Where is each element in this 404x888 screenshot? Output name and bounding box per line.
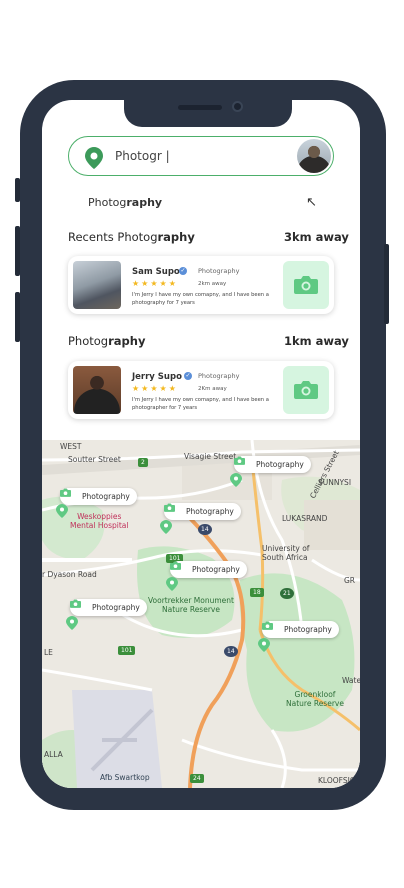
map-pin-photography[interactable]: Photography (234, 456, 311, 473)
map-pin-photography[interactable]: Photography (262, 621, 339, 638)
map-pin-photography[interactable]: Photography (70, 599, 147, 616)
route-shield: 21 (280, 588, 294, 599)
route-shield: 24 (190, 774, 204, 783)
camera-icon (164, 503, 175, 512)
map-label-afb-swartkop: Afb Swartkop (100, 773, 150, 782)
rating-stars: ★★★★★ (132, 384, 178, 393)
map-pin-label: Photography (256, 460, 304, 469)
map-pin-photography[interactable]: Photography (60, 488, 137, 505)
fill-suggestion-arrow-icon[interactable]: ↖ (306, 195, 317, 210)
map-label-groenkloof: Groenkloof Nature Reserve (286, 690, 344, 708)
route-shield: 14 (198, 524, 212, 535)
camera-icon (60, 488, 71, 497)
map-view[interactable]: WEST Soutter Street Visagie Street Celli… (42, 440, 360, 788)
map-label-weskoppies: Weskoppies Mental Hospital (70, 512, 129, 530)
volume-up-button (15, 226, 20, 276)
app-screen: Photogr | Photography ↖ Recents Photogra… (42, 100, 360, 788)
recents-distance: 3km away (284, 230, 349, 244)
suggestion-text: Photog (88, 196, 127, 209)
photographer-name: Sam Supo (132, 267, 180, 277)
photographer-description: I'm Jerry I have my own comapny, and I h… (132, 292, 269, 306)
recents-title-text: Recents Photog (68, 230, 158, 244)
map-pin-photography[interactable]: Photography (164, 503, 241, 520)
map-label-unisa: University of South Africa (262, 544, 310, 562)
volume-down-button (15, 292, 20, 342)
nearby-title: Photography (68, 334, 145, 348)
nearby-distance: 1km away (284, 334, 349, 348)
map-label-wate: Wate (342, 676, 360, 685)
map-label-alla: ALLA (44, 750, 63, 759)
map-label-kloofsig: KLOOFSIG (318, 776, 356, 785)
map-pin-label: Photography (82, 492, 130, 501)
route-shield: 18 (250, 588, 264, 597)
search-suggestion[interactable]: Photography (88, 196, 162, 209)
camera-button[interactable] (283, 261, 329, 309)
photographer-photo (73, 261, 121, 309)
photographer-photo (73, 366, 121, 414)
location-marker-icon[interactable] (230, 473, 242, 487)
photographer-card-sam[interactable]: Sam Supo ✓ Photography ★★★★★ 2km away I'… (68, 256, 334, 314)
location-marker-icon[interactable] (258, 638, 270, 652)
map-pin-label: Photography (192, 565, 240, 574)
photographer-distance: 2km away (198, 281, 227, 287)
photographer-name: Jerry Supo (132, 372, 182, 382)
photographer-distance: 2Km away (198, 386, 227, 392)
route-shield: 101 (118, 646, 136, 655)
photographer-description: I'm Jerry I have my own comapny, and I h… (132, 397, 269, 411)
map-label-west: WEST (60, 442, 82, 451)
map-pin-label: Photography (186, 507, 234, 516)
route-shield: 2 (138, 458, 148, 467)
map-label-le: LE (44, 648, 53, 657)
map-label-gr: GR (344, 576, 356, 585)
nearby-title-text: Photog (68, 334, 109, 348)
photographer-category: Photography (198, 372, 240, 380)
camera-button[interactable] (283, 366, 329, 414)
location-marker-icon[interactable] (66, 616, 78, 630)
map-pin-label: Photography (284, 625, 332, 634)
profile-avatar[interactable] (297, 139, 331, 173)
nearby-title-bold: raphy (108, 334, 146, 348)
camera-icon (234, 456, 245, 465)
verified-badge-icon: ✓ (179, 267, 187, 275)
map-label-visagie-street: Visagie Street (184, 452, 237, 461)
phone-speaker (178, 105, 222, 110)
location-marker-icon[interactable] (160, 520, 172, 534)
location-marker-icon[interactable] (166, 577, 178, 591)
mute-switch (15, 178, 20, 202)
photographer-card-jerry[interactable]: Jerry Supo ✓ Photography ★★★★★ 2Km away … (68, 361, 334, 419)
search-input[interactable]: Photogr | (115, 149, 170, 163)
camera-icon (294, 381, 318, 399)
map-pin-label: Photography (92, 603, 140, 612)
map-label-sunnyside: SUNNYSI (318, 478, 352, 487)
camera-icon (170, 561, 181, 570)
suggestion-match: raphy (126, 196, 163, 209)
front-camera (232, 101, 243, 112)
map-label-voortrekker: Voortrekker Monument Nature Reserve (148, 596, 234, 614)
verified-badge-icon: ✓ (184, 372, 192, 380)
camera-icon (262, 621, 273, 630)
location-marker-icon[interactable] (56, 504, 68, 518)
recents-title: Recents Photography (68, 230, 195, 244)
map-pin-photography[interactable]: Photography (170, 561, 247, 578)
photographer-category: Photography (198, 267, 240, 275)
recents-title-bold: raphy (157, 230, 195, 244)
power-button (384, 244, 389, 324)
route-shield: 14 (224, 646, 238, 657)
search-bar[interactable]: Photogr | (68, 136, 334, 176)
rating-stars: ★★★★★ (132, 279, 178, 288)
location-pin-icon (85, 147, 103, 169)
camera-icon (70, 599, 81, 608)
camera-icon (294, 276, 318, 294)
map-label-lukasrand: LUKASRAND (282, 514, 328, 523)
map-label-dyason-road: r Dyason Road (42, 570, 97, 579)
map-label-soutter-street: Soutter Street (68, 455, 121, 464)
